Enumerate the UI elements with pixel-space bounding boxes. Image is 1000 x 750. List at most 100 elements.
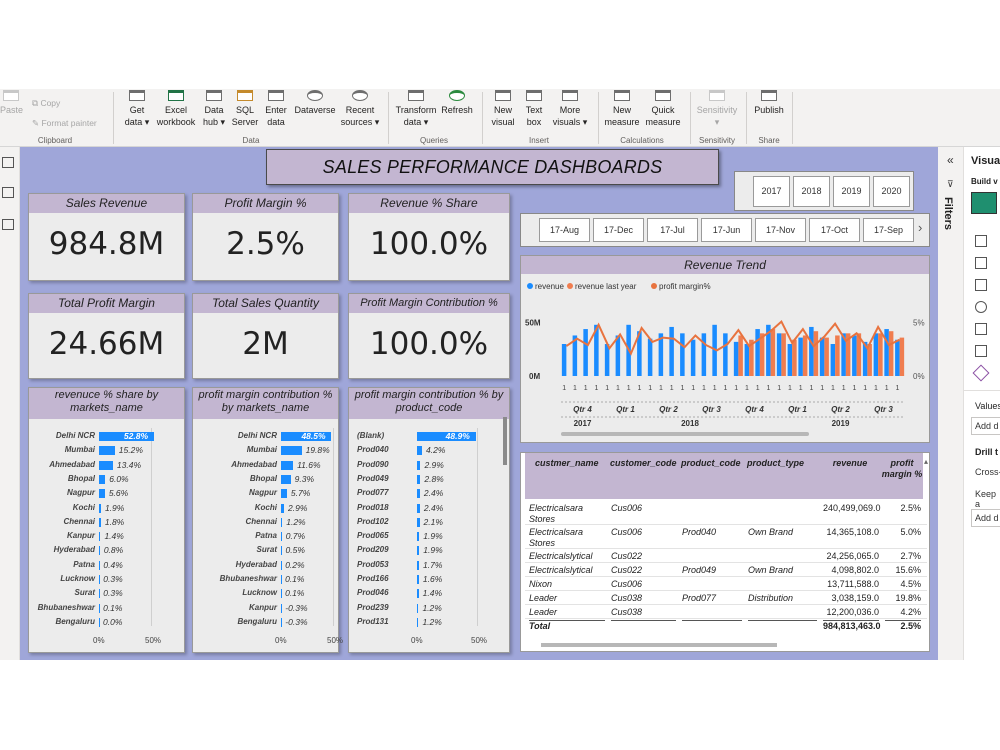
bar[interactable] — [99, 589, 100, 599]
bar[interactable] — [417, 474, 421, 484]
bar[interactable] — [417, 460, 421, 470]
collapse-icon[interactable]: « — [947, 153, 954, 167]
bar[interactable] — [281, 532, 282, 542]
bar[interactable] — [99, 474, 106, 484]
sensitivity-button[interactable]: Sensitivity ▾ — [694, 89, 740, 128]
column-chart-icon[interactable] — [975, 279, 987, 291]
quick-measure-button[interactable]: Quick measure — [644, 89, 682, 128]
publish-button[interactable]: Publish — [750, 89, 788, 116]
bar-row[interactable]: Kanpur -0.3% — [193, 602, 338, 614]
bar[interactable] — [417, 589, 419, 599]
bar[interactable] — [99, 489, 105, 499]
bar-row[interactable]: Bhopal 9.3% — [193, 473, 338, 485]
bar-row[interactable]: Mumbai 15.2% — [29, 444, 184, 456]
scrollbar[interactable] — [503, 417, 507, 465]
chevron-right-icon[interactable]: › — [918, 220, 922, 235]
bar-row[interactable]: Bhubaneshwar 0.1% — [29, 602, 184, 614]
month-slicer-item[interactable]: 17-Aug — [539, 218, 590, 242]
customer-product-table[interactable]: custmer_name customer_code product_code … — [520, 452, 930, 652]
bar-row[interactable]: Kochi 1.9% — [29, 502, 184, 514]
bar-row[interactable]: Ahmedabad 13.4% — [29, 459, 184, 471]
bar-row[interactable]: Prod077 2.4% — [349, 487, 509, 499]
bar[interactable] — [99, 460, 113, 470]
bar[interactable] — [281, 474, 291, 484]
year-slicer-item[interactable]: 2018 — [793, 176, 830, 207]
paste-button[interactable]: Paste — [0, 89, 23, 116]
bar[interactable] — [417, 517, 420, 527]
bar[interactable] — [417, 503, 420, 513]
table-header-customer-code[interactable]: customer_code — [607, 453, 678, 499]
bar-row[interactable]: Prod046 1.4% — [349, 587, 509, 599]
bar[interactable] — [99, 503, 101, 513]
transform-data-button[interactable]: Transform data ▾ — [394, 89, 438, 128]
excel-workbook-button[interactable]: Excel workbook — [154, 89, 198, 128]
bar-row[interactable]: Prod053 1.7% — [349, 559, 509, 571]
bar[interactable] — [99, 575, 100, 584]
bar[interactable] — [281, 575, 282, 584]
table-header-product-type[interactable]: product_type — [744, 453, 819, 499]
kpi-card-total-profit-margin[interactable]: Total Profit Margin 24.66M — [28, 293, 185, 379]
build-visual-tab[interactable] — [971, 192, 997, 214]
year-slicer-item[interactable]: 2019 — [833, 176, 870, 207]
bar-row[interactable]: Prod239 1.2% — [349, 602, 509, 614]
bar-row[interactable]: Nagpur 5.7% — [193, 487, 338, 499]
bar[interactable] — [417, 446, 423, 456]
table-header-profit-margin[interactable]: profit margin % — [881, 453, 923, 499]
bar-row[interactable]: Prod018 2.4% — [349, 502, 509, 514]
bar[interactable] — [417, 575, 419, 584]
more-visuals-button[interactable]: More visuals ▾ — [550, 89, 590, 128]
year-slicer-item[interactable]: 2017 — [753, 176, 790, 207]
copy-button[interactable]: ⧉ Copy — [32, 98, 60, 109]
bar[interactable] — [280, 603, 282, 613]
enter-data-button[interactable]: Enter data — [262, 89, 290, 128]
bar-row[interactable]: Hyderabad 0.8% — [29, 544, 184, 556]
bar[interactable] — [99, 517, 101, 527]
month-slicer-item[interactable]: 17-Sep — [863, 218, 914, 242]
bar[interactable] — [281, 460, 294, 470]
get-data-button[interactable]: Get data ▾ — [121, 89, 153, 128]
kpi-card-sales-revenue[interactable]: Sales Revenue 984.8M — [28, 193, 185, 281]
bar[interactable] — [417, 532, 420, 542]
bar-row[interactable]: Bengaluru -0.3% — [193, 616, 338, 628]
map-icon[interactable] — [975, 301, 987, 313]
bar-panel-profit-contribution-by-product[interactable]: profit margin contribution % by product_… — [348, 387, 510, 653]
month-slicer-item[interactable]: 17-Nov — [755, 218, 806, 242]
filters-pane-collapsed[interactable]: « ⊽ Filters — [938, 147, 964, 660]
bar-row[interactable]: Prod102 2.1% — [349, 516, 509, 528]
bar-row[interactable]: Patna 0.7% — [193, 530, 338, 542]
bar[interactable] — [99, 446, 115, 456]
power-apps-icon[interactable] — [972, 364, 990, 382]
bar-row[interactable]: Prod040 4.2% — [349, 444, 509, 456]
table-view-icon[interactable] — [2, 187, 14, 198]
bar[interactable] — [281, 446, 302, 456]
bar-row[interactable]: (Blank) 48.9% — [349, 430, 509, 442]
month-slicer-item[interactable]: 17-Jul — [647, 218, 698, 242]
bar-row[interactable]: Lucknow 0.1% — [193, 587, 338, 599]
report-view-icon[interactable] — [2, 157, 14, 168]
bar[interactable] — [417, 560, 420, 570]
add-drill-field[interactable]: Add d — [971, 509, 1000, 527]
bar-row[interactable]: Prod065 1.9% — [349, 530, 509, 542]
bar[interactable] — [281, 517, 283, 527]
bar[interactable] — [281, 489, 287, 499]
recent-sources-button[interactable]: Recent sources ▾ — [340, 89, 380, 128]
kpi-card-total-sales-quantity[interactable]: Total Sales Quantity 2M — [192, 293, 339, 379]
bar-row[interactable]: Bhopal 6.0% — [29, 473, 184, 485]
month-slicer-item[interactable]: 17-Jun — [701, 218, 752, 242]
decomposition-icon[interactable] — [975, 345, 987, 357]
stacked-bar-icon[interactable] — [975, 235, 987, 247]
text-box-button[interactable]: Text box — [520, 89, 548, 128]
bar[interactable] — [281, 589, 282, 599]
revenue-trend-chart[interactable]: Revenue Trend revenue revenue last year pr… — [520, 255, 930, 443]
bar-row[interactable]: Chennai 1.8% — [29, 516, 184, 528]
bar[interactable] — [99, 617, 100, 627]
month-slicer-item[interactable]: 17-Oct — [809, 218, 860, 242]
bar-row[interactable]: Bhubaneshwar 0.1% — [193, 573, 338, 585]
table-visual-icon[interactable] — [975, 323, 987, 335]
bar[interactable] — [281, 560, 282, 570]
kpi-card-profit-margin[interactable]: Profit Margin % 2.5% — [192, 193, 339, 281]
bar[interactable] — [99, 532, 101, 542]
bar-row[interactable]: Kanpur 1.4% — [29, 530, 184, 542]
bar-row[interactable]: Ahmedabad 11.6% — [193, 459, 338, 471]
sql-server-button[interactable]: SQL Server — [230, 89, 260, 128]
